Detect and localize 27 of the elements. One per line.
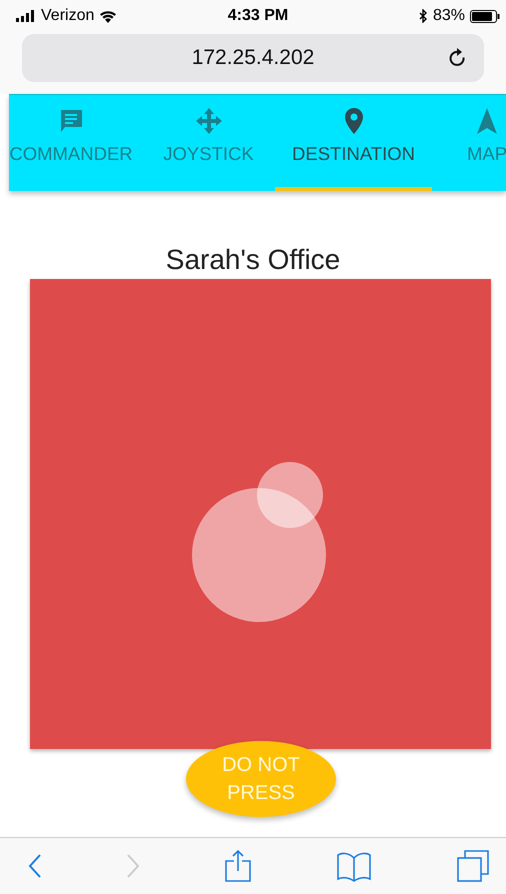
carrier: Verizon <box>41 7 94 25</box>
tabs-button[interactable] <box>456 849 490 883</box>
share-icon <box>224 849 252 883</box>
destination-title: Sarah's Office <box>166 243 340 277</box>
wifi-icon <box>99 10 118 22</box>
battery-percent: 83% <box>432 7 465 25</box>
navigation-arrow-icon <box>476 107 498 135</box>
tab[interactable]: MAP <box>432 95 506 191</box>
tab[interactable]: COMMANDER <box>0 95 142 191</box>
joystick-pad[interactable] <box>30 278 491 749</box>
bookmarks-button[interactable] <box>336 850 372 882</box>
tab[interactable]: JOYSTICK <box>142 95 275 191</box>
clock: 4:33 PM <box>228 7 288 25</box>
signal-icon <box>16 10 36 22</box>
location-pin-icon <box>344 107 364 135</box>
battery-icon <box>470 10 500 22</box>
tab[interactable]: DESTINATION <box>275 95 432 191</box>
bluetooth-icon <box>418 9 428 23</box>
back-button[interactable] <box>28 853 42 879</box>
move-arrows-icon <box>194 107 222 135</box>
share-button[interactable] <box>224 849 252 883</box>
url-text: 172.25.4.202 <box>192 46 314 70</box>
address-bar[interactable]: 172.25.4.202 <box>22 34 484 82</box>
forward-icon <box>126 853 140 879</box>
tabs-icon <box>456 849 490 883</box>
back-icon <box>28 853 42 879</box>
book-icon <box>336 850 372 882</box>
